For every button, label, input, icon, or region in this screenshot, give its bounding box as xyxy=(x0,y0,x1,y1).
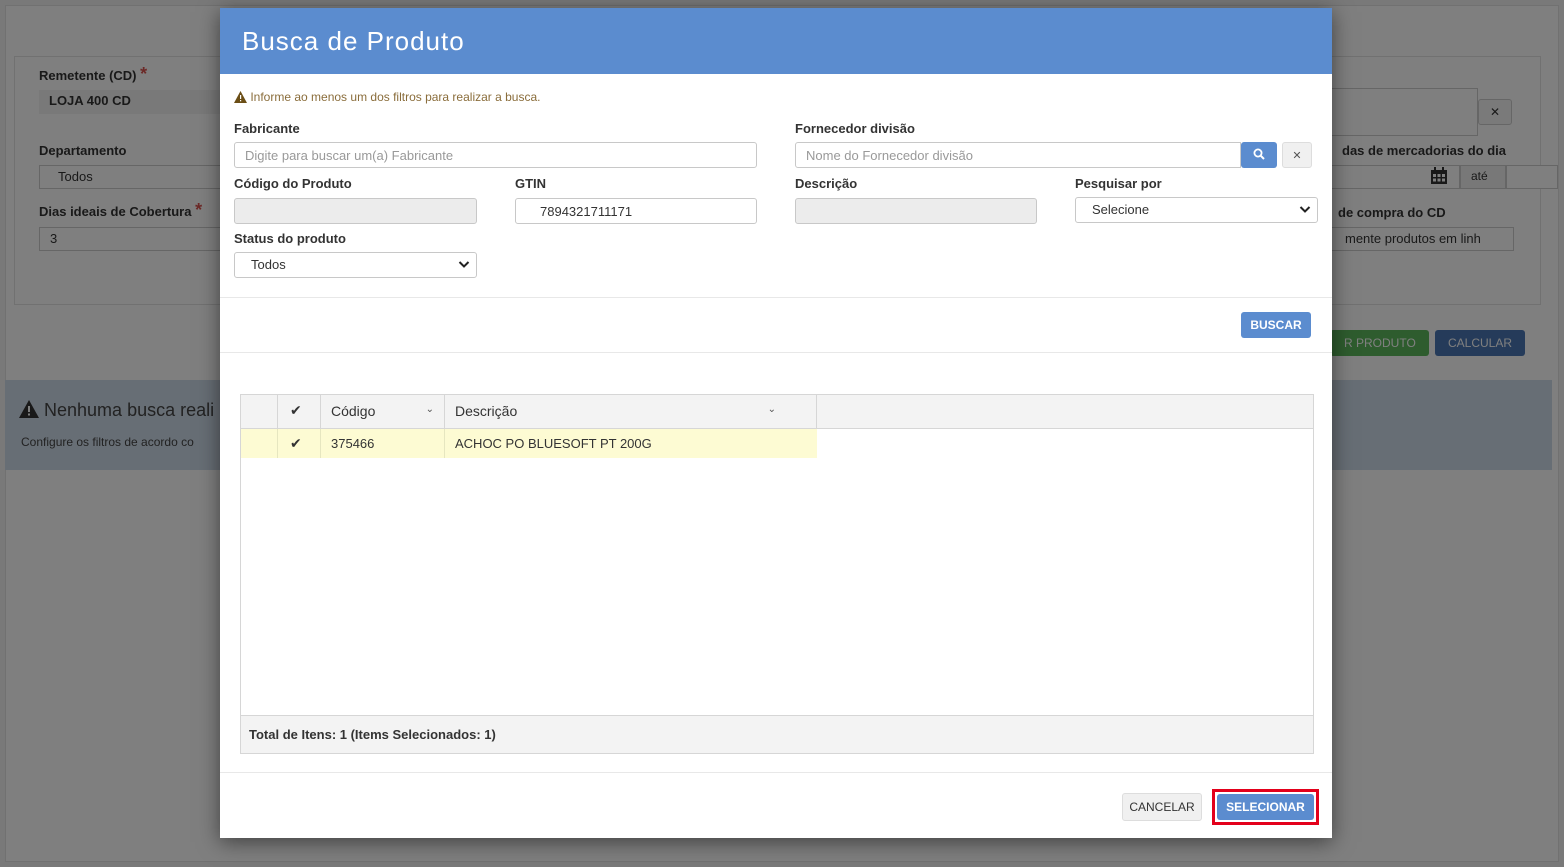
fornecedor-search-button[interactable] xyxy=(1241,142,1277,168)
results-grid: ✔ Código ⌄ Descrição ⌄ ✔ 375466 ACHOC PO B… xyxy=(240,394,1314,754)
pesquisar-label: Pesquisar por xyxy=(1075,176,1162,191)
selecionar-button[interactable]: SELECIONAR xyxy=(1217,794,1314,820)
search-icon xyxy=(1253,148,1265,160)
status-label: Status do produto xyxy=(234,231,346,246)
fornecedor-input[interactable] xyxy=(795,142,1241,168)
fabricante-input[interactable] xyxy=(234,142,757,168)
chevron-down-icon xyxy=(1299,206,1311,213)
divider xyxy=(220,772,1332,773)
fornecedor-label: Fornecedor divisão xyxy=(795,121,915,136)
sort-icon: ⌄ xyxy=(425,404,434,415)
filter-warning: Informe ao menos um dos filtros para rea… xyxy=(234,90,540,104)
grid-header-spacer xyxy=(241,395,278,428)
row-spacer xyxy=(241,429,278,458)
column-header-descricao[interactable]: Descrição ⌄ xyxy=(445,395,817,428)
row-descricao: ACHOC PO BLUESOFT PT 200G xyxy=(455,436,652,451)
status-select[interactable]: Todos xyxy=(234,252,477,278)
chevron-down-icon xyxy=(458,261,470,268)
modal-title: Busca de Produto xyxy=(220,8,1332,74)
table-row[interactable]: ✔ 375466 ACHOC PO BLUESOFT PT 200G xyxy=(241,429,817,458)
codigo-input[interactable] xyxy=(234,198,477,224)
warning-icon xyxy=(234,91,247,103)
descricao-input[interactable] xyxy=(795,198,1037,224)
row-codigo: 375466 xyxy=(321,429,445,458)
divider xyxy=(220,352,1332,353)
codigo-label: Código do Produto xyxy=(234,176,352,191)
grid-header: ✔ Código ⌄ Descrição ⌄ xyxy=(241,395,1313,429)
product-search-modal: Busca de Produto Informe ao menos um dos… xyxy=(220,8,1332,838)
pesquisar-select[interactable]: Selecione xyxy=(1075,197,1318,223)
buscar-button[interactable]: BUSCAR xyxy=(1241,312,1311,338)
grid-footer: Total de Itens: 1 (Items Selecionados: 1… xyxy=(241,715,1313,753)
sort-icon: ⌄ xyxy=(767,404,776,415)
fornecedor-clear-button[interactable]: ✕ xyxy=(1282,142,1312,168)
fabricante-label: Fabricante xyxy=(234,121,300,136)
row-checkbox[interactable]: ✔ xyxy=(278,429,321,458)
divider xyxy=(220,297,1332,298)
column-header-codigo[interactable]: Código ⌄ xyxy=(321,395,445,428)
cancelar-button[interactable]: CANCELAR xyxy=(1122,793,1202,821)
select-all-checkbox[interactable]: ✔ xyxy=(278,395,321,428)
gtin-label: GTIN xyxy=(515,176,547,191)
descricao-label: Descrição xyxy=(795,176,858,191)
gtin-input[interactable] xyxy=(515,198,757,224)
